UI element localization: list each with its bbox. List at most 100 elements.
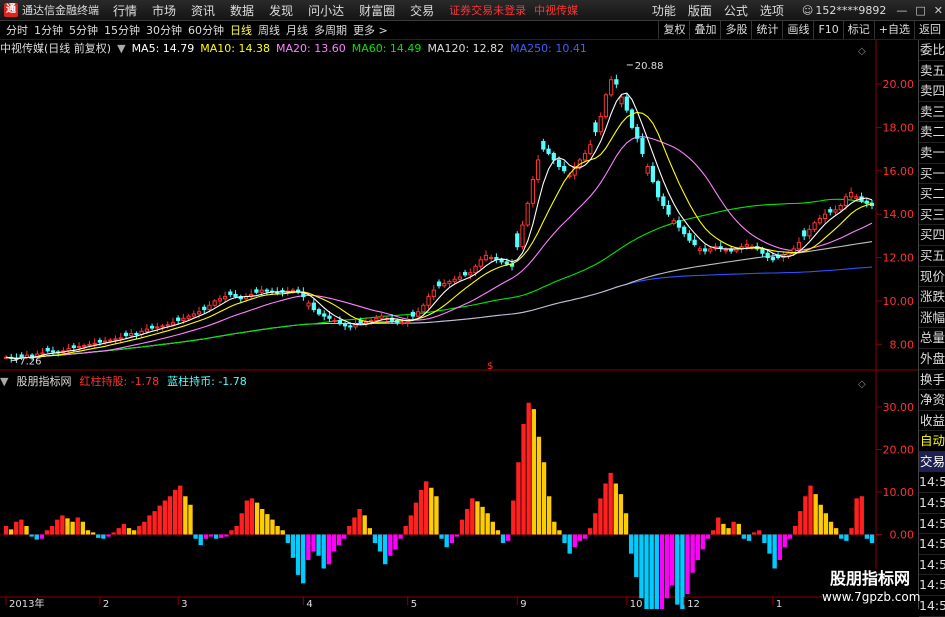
- indicator-bars: [3, 402, 875, 609]
- indicator-dropdown-icon[interactable]: ▼: [0, 375, 8, 388]
- indicator-bar: [372, 534, 378, 543]
- indicator-bar: [587, 528, 593, 535]
- panel-item-trade[interactable]: 交易: [919, 451, 945, 473]
- panel-item-change-pct[interactable]: 涨幅: [919, 308, 945, 329]
- candle-body: [473, 265, 478, 274]
- indicator-bar: [393, 534, 398, 550]
- dividend-marker-icon: $: [487, 361, 493, 372]
- indicator-bar: [634, 534, 639, 577]
- candle-body: [588, 144, 593, 154]
- indicator-bar: [782, 534, 788, 548]
- panel-item-turnover[interactable]: 换手: [919, 370, 945, 391]
- indicator-bar: [239, 513, 244, 535]
- indicator-bar: [377, 534, 383, 552]
- indicator-bar: [275, 526, 280, 535]
- candle-body: [82, 344, 87, 347]
- indicator-bar: [762, 534, 767, 543]
- panel-item-net-assets[interactable]: 净资: [919, 390, 945, 411]
- indicator-bar: [649, 534, 654, 609]
- indicator-bar: [792, 526, 798, 535]
- candle-body: [603, 94, 609, 118]
- indicator-bar: [736, 523, 741, 535]
- panel-item-sell5[interactable]: 卖五: [919, 61, 945, 82]
- candle-body: [337, 319, 342, 325]
- indicator-bar: [388, 534, 393, 556]
- candle-body: [718, 246, 723, 249]
- candle-body: [379, 315, 384, 319]
- panel-item-buy3[interactable]: 买三: [919, 205, 945, 226]
- indicator-bar: [705, 534, 711, 539]
- candle-body: [217, 298, 223, 302]
- candle-body: [729, 249, 734, 252]
- indicator-bar: [418, 489, 424, 535]
- indicator-bar: [254, 502, 260, 535]
- indicator-bar: [85, 530, 91, 535]
- candle-body: [426, 296, 431, 306]
- indicator-bar: [757, 530, 762, 535]
- candle-body: [562, 165, 567, 172]
- candle-body: [108, 339, 113, 342]
- indicator-axis: -10.000.0010.0020.0030.00: [0, 401, 914, 584]
- candle-body: [843, 196, 849, 206]
- indicator-bar: [577, 534, 583, 541]
- indicator-bar: [65, 518, 70, 535]
- indicator-bar: [434, 496, 439, 535]
- indicator-bar: [598, 498, 603, 535]
- candle-body: [708, 248, 713, 252]
- candle-body: [118, 337, 123, 340]
- candle-body: [332, 319, 337, 322]
- candle-body: [222, 296, 228, 300]
- candle-body: [838, 204, 843, 211]
- indicator-bar: [347, 526, 352, 535]
- candle-body: [165, 324, 170, 327]
- indicator-bar: [675, 534, 680, 605]
- indicator-bar: [787, 534, 793, 539]
- indicator-bar: [500, 534, 506, 543]
- candle-body: [744, 244, 749, 248]
- indicator-bar: [362, 515, 367, 535]
- panel-item-weibi[interactable]: 委比: [919, 40, 945, 61]
- candle-body: [87, 343, 92, 346]
- panel-item-sell2[interactable]: 卖二: [919, 122, 945, 143]
- candle-body: [692, 239, 697, 246]
- price-tick-label: 8.00: [890, 338, 915, 351]
- ma5-line: [5, 92, 873, 359]
- indicator-bar: [710, 530, 716, 535]
- panel-item-sell1[interactable]: 卖一: [919, 143, 945, 164]
- panel-item-buy2[interactable]: 买二: [919, 184, 945, 205]
- indicator-bar: [352, 517, 357, 535]
- indicator-bar: [96, 534, 101, 538]
- indicator-bar: [833, 528, 839, 535]
- tick-time: 14:56: [919, 493, 945, 514]
- candle-body: [854, 196, 859, 199]
- panel-item-sell4[interactable]: 卖四: [919, 81, 945, 102]
- indicator-bar: [716, 517, 721, 535]
- panel-item-volume[interactable]: 总量: [919, 328, 945, 349]
- panel-item-buy5[interactable]: 买五: [919, 246, 945, 267]
- panel-item-buy4[interactable]: 买四: [919, 225, 945, 246]
- candle-body: [452, 278, 457, 282]
- indicator-bar: [567, 534, 572, 554]
- chart-canvas[interactable]: 8.0010.0012.0014.0016.0018.0020.00 7.262…: [0, 0, 945, 609]
- panel-item-change[interactable]: 涨跌: [919, 287, 945, 308]
- indicator-bar: [628, 534, 634, 554]
- indicator-bar: [137, 526, 142, 535]
- indicator-bar: [608, 472, 613, 535]
- indicator-bar: [331, 534, 337, 552]
- panel-item-outer[interactable]: 外盘: [919, 349, 945, 370]
- red-bar-value: 红柱持股: -1.78: [79, 375, 160, 388]
- panel-item-earnings[interactable]: 收益: [919, 411, 945, 432]
- chart-expand-icon[interactable]: ◇: [858, 46, 866, 57]
- indicator-bar: [142, 521, 147, 535]
- panel-item-price[interactable]: 现价: [919, 267, 945, 288]
- candle-body: [671, 220, 676, 224]
- candlesticks: [3, 74, 875, 363]
- indicator-bar: [839, 534, 844, 539]
- indicator-bar: [557, 530, 562, 535]
- panel-item-auto[interactable]: 自动: [919, 431, 945, 452]
- panel-item-sell3[interactable]: 卖三: [919, 102, 945, 123]
- ma120-line: [5, 241, 873, 359]
- indicator-bar: [49, 526, 55, 535]
- candle-body: [259, 289, 264, 293]
- panel-item-buy1[interactable]: 买一: [919, 164, 945, 185]
